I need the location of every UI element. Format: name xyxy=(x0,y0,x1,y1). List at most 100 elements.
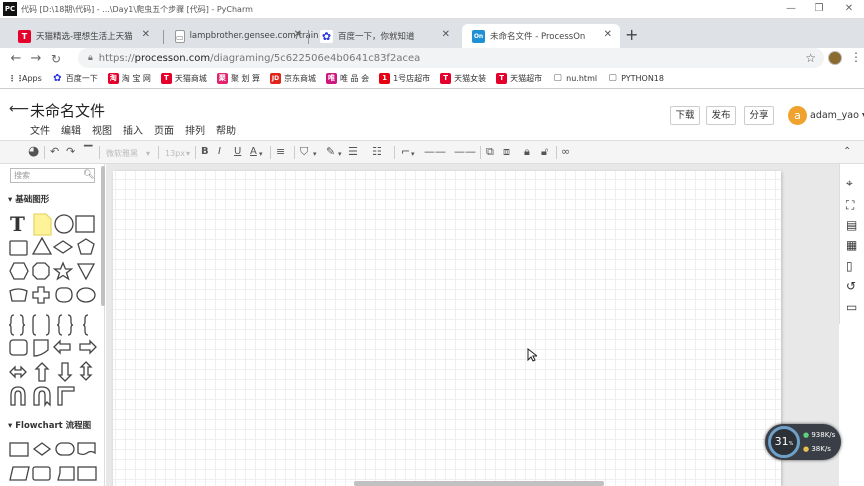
bookmark-jd[interactable]: JD 京东商城 xyxy=(269,73,316,84)
close-tab-icon[interactable]: ✕ xyxy=(294,29,302,40)
category-basic-shapes[interactable]: ▾ 基础图形 xyxy=(8,193,49,205)
navigator-icon[interactable]: ⌖ xyxy=(846,176,853,190)
profile-icon[interactable] xyxy=(828,51,842,65)
collapse-toolbar-icon[interactable]: ⌃ xyxy=(843,145,851,159)
new-tab-button[interactable]: + xyxy=(625,25,638,44)
url-field[interactable]: 🔒︎ https://processon.com/diagraming/5c62… xyxy=(78,48,824,68)
menu-file[interactable]: 文件 xyxy=(30,122,50,137)
bookmark-star-icon[interactable]: ☆ xyxy=(805,51,816,65)
basic-shapes-grid[interactable]: T xyxy=(6,205,100,415)
line-style-icon[interactable]: ☷ xyxy=(372,145,382,159)
close-tab-icon[interactable]: ✕ xyxy=(142,29,150,40)
close-tab-icon[interactable]: ✕ xyxy=(442,29,450,40)
send-back-icon[interactable]: ⧈ xyxy=(503,145,510,159)
font-size-dropdown-icon[interactable]: ▾ xyxy=(186,147,190,161)
font-family-dropdown-icon[interactable]: ▾ xyxy=(146,147,150,161)
tab-baidu[interactable]: ✿ 百度一下，你就知道 ✕ xyxy=(310,24,458,48)
share-button[interactable]: 分享 xyxy=(744,106,774,125)
tab-label: 百度一下，你就知道 xyxy=(338,32,415,42)
download-button[interactable]: 下载 xyxy=(670,106,700,125)
menu-insert[interactable]: 插入 xyxy=(123,122,143,137)
category-flowchart[interactable]: ▾ Flowchart 流程图 xyxy=(8,419,91,431)
line-color-dropdown-icon[interactable]: ▾ xyxy=(338,147,342,161)
bring-front-icon[interactable]: ⧉ xyxy=(486,145,494,159)
fill-color-icon[interactable]: ⛉ xyxy=(300,145,308,159)
tab-strip: T 天猫精选-理想生活上天猫 ✕ ▭ lampbrother.gensee.co… xyxy=(0,19,864,48)
search-icon[interactable]: 🔍︎ xyxy=(83,170,94,180)
connector-type-icon[interactable]: ⌐ xyxy=(401,145,410,159)
bookmark-label: 1号店超市 xyxy=(393,74,431,83)
bookmark-label: 百度一下 xyxy=(65,74,98,83)
publish-button[interactable]: 发布 xyxy=(706,106,736,125)
mouse-cursor-icon xyxy=(527,348,537,362)
font-size-select[interactable]: 13px xyxy=(165,147,185,161)
underline-button[interactable]: U xyxy=(234,145,241,159)
page-settings-icon[interactable]: ▦ xyxy=(846,238,857,252)
format-painter-icon[interactable]: ▔ xyxy=(84,145,92,159)
tab-lampbrother[interactable]: ▭ lampbrother.gensee.com/train ✕ xyxy=(165,24,318,48)
sidebar-scrollbar[interactable] xyxy=(101,166,105,306)
menu-edit[interactable]: 编辑 xyxy=(61,122,81,137)
tab-processon[interactable]: On 未命名文件 - ProcessOn ✕ xyxy=(462,24,620,48)
bookmark-taobao[interactable]: 淘淘 宝 网 xyxy=(107,73,151,84)
bookmark-tmall-market[interactable]: T 天猫超市 xyxy=(496,73,542,84)
tab-tmall[interactable]: T 天猫精选-理想生活上天猫 ✕ xyxy=(8,24,158,48)
text-align-icon[interactable]: ≡ xyxy=(276,145,285,159)
bookmark-tmall-women[interactable]: T 天猫女装 xyxy=(440,73,486,84)
connector-dropdown-icon[interactable]: ▾ xyxy=(411,147,415,161)
end-arrow-icon[interactable]: —— xyxy=(454,145,476,159)
close-tab-icon[interactable]: ✕ xyxy=(604,29,612,40)
apps-grid-icon: ⋮⋮ xyxy=(8,73,24,84)
menu-view[interactable]: 视图 xyxy=(92,122,112,137)
back-arrow-icon[interactable]: ⟵ xyxy=(9,101,29,117)
history-icon[interactable]: ↺ xyxy=(846,279,856,293)
comment-icon[interactable]: ▭ xyxy=(846,300,857,314)
back-icon[interactable]: ← xyxy=(6,51,26,66)
undo-icon[interactable]: ↶ xyxy=(50,145,59,159)
forward-icon[interactable]: → xyxy=(26,51,46,66)
font-color-button[interactable]: A xyxy=(250,145,257,159)
bookmark-python18[interactable]: ▢ PYTHON18 xyxy=(607,73,664,84)
bookmark-yhd[interactable]: 1 1号店超市 xyxy=(379,73,430,84)
menu-page[interactable]: 页面 xyxy=(154,122,174,137)
redo-icon[interactable]: ↷ xyxy=(66,145,75,159)
image-icon[interactable]: ⛶ xyxy=(846,198,854,212)
browser-menu-icon[interactable]: ⋮ xyxy=(850,50,862,64)
diagram-canvas[interactable] xyxy=(113,171,781,486)
lock-icon[interactable]: 🔒︎ xyxy=(524,145,530,159)
bookmark-juhuasuan[interactable]: 聚聚 划 算 xyxy=(216,73,260,84)
bookmark-baidu[interactable]: ✿ 百度一下 xyxy=(51,73,98,84)
bookmark-tmall[interactable]: T 天猫商城 xyxy=(160,73,207,84)
document-icon[interactable]: ▯ xyxy=(846,259,853,273)
bookmark-apps[interactable]: ⋮⋮ Apps xyxy=(8,73,42,84)
font-family-select[interactable]: 微软雅黑 xyxy=(106,147,138,161)
font-color-dropdown-icon[interactable]: ▾ xyxy=(259,147,263,161)
line-width-icon[interactable]: ☰ xyxy=(348,145,358,159)
jd-icon: JD xyxy=(269,73,281,84)
italic-button[interactable]: I xyxy=(218,145,221,159)
restore-button[interactable]: ❐ xyxy=(804,0,834,18)
menu-arrange[interactable]: 排列 xyxy=(185,122,205,137)
menu-help[interactable]: 帮助 xyxy=(216,122,236,137)
bold-button[interactable]: B xyxy=(201,145,209,159)
minimize-button[interactable]: — xyxy=(776,0,806,18)
menu-bar: 文件 编辑 视图 插入 页面 排列 帮助 xyxy=(30,122,236,137)
close-window-button[interactable]: ✕ xyxy=(834,0,864,18)
baidu-favicon-icon: ✿ xyxy=(320,29,333,43)
flowchart-shapes-grid[interactable] xyxy=(6,438,100,486)
data-attributes-icon[interactable]: ▤ xyxy=(846,218,857,232)
horizontal-scrollbar[interactable] xyxy=(354,481,604,486)
group-icon[interactable]: ∞ xyxy=(561,145,570,159)
unlock-icon[interactable]: 🔓︎ xyxy=(541,145,548,159)
start-arrow-icon[interactable]: —— xyxy=(424,145,446,159)
bookmark-vip[interactable]: 唯唯 品 会 xyxy=(325,73,369,84)
bookmark-nu-html[interactable]: ▢ nu.html xyxy=(552,73,597,84)
line-color-icon[interactable]: ✎ xyxy=(326,145,335,159)
avatar[interactable]: a xyxy=(788,106,807,125)
fill-dropdown-icon[interactable]: ▾ xyxy=(313,147,317,161)
document-title[interactable]: 未命名文件 xyxy=(30,100,105,121)
reload-icon[interactable]: ↻ xyxy=(46,52,66,66)
page-favicon-icon: ▭ xyxy=(175,29,185,43)
username-menu[interactable]: adam_yao ▾ xyxy=(810,110,864,121)
shape-library-icon[interactable]: ◕ xyxy=(28,145,39,159)
